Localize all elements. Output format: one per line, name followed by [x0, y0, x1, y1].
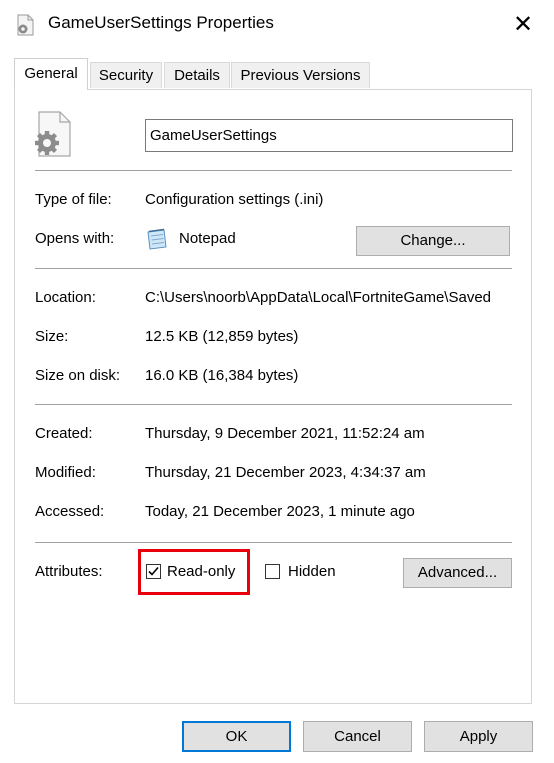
- cancel-button[interactable]: Cancel: [303, 721, 412, 752]
- file-name-input[interactable]: [145, 119, 513, 152]
- modified-value: Thursday, 21 December 2023, 4:34:37 am: [145, 464, 426, 481]
- tab-security[interactable]: Security: [90, 62, 162, 88]
- ok-button[interactable]: OK: [182, 721, 291, 752]
- opens-with-value: Notepad: [179, 230, 236, 247]
- size-value: 12.5 KB (12,859 bytes): [145, 328, 299, 345]
- created-value: Thursday, 9 December 2021, 11:52:24 am: [145, 425, 425, 442]
- change-button[interactable]: Change...: [356, 226, 510, 256]
- size-label: Size:: [35, 328, 69, 345]
- attributes-label: Attributes:: [35, 563, 103, 580]
- accessed-value: Today, 21 December 2023, 1 minute ago: [145, 503, 415, 520]
- close-icon[interactable]: ✕: [508, 10, 538, 40]
- separator: [35, 170, 512, 171]
- separator: [35, 404, 512, 405]
- tab-previous-versions[interactable]: Previous Versions: [231, 62, 370, 88]
- settings-file-icon: [33, 111, 73, 157]
- opens-with-label: Opens with:: [35, 230, 115, 247]
- hidden-label[interactable]: Hidden: [288, 563, 336, 580]
- type-label: Type of file:: [35, 191, 112, 208]
- type-value: Configuration settings (.ini): [145, 191, 324, 208]
- apply-button[interactable]: Apply: [424, 721, 533, 752]
- tab-details[interactable]: Details: [164, 62, 230, 88]
- modified-label: Modified:: [35, 464, 96, 481]
- notepad-icon: [145, 228, 169, 250]
- separator: [35, 268, 512, 269]
- separator: [35, 542, 512, 543]
- general-panel: [14, 89, 532, 704]
- location-label: Location:: [35, 289, 96, 306]
- size-on-disk-value: 16.0 KB (16,384 bytes): [145, 367, 299, 384]
- settings-file-icon: [15, 14, 35, 36]
- advanced-button[interactable]: Advanced...: [403, 558, 512, 588]
- created-label: Created:: [35, 425, 93, 442]
- readonly-highlight-box: [138, 549, 250, 595]
- hidden-checkbox[interactable]: [265, 564, 280, 579]
- window-title: GameUserSettings Properties: [48, 13, 274, 32]
- tab-general[interactable]: General: [14, 58, 88, 90]
- accessed-label: Accessed:: [35, 503, 105, 520]
- location-value: C:\Users\noorb\AppData\Local\FortniteGam…: [145, 289, 492, 306]
- size-on-disk-label: Size on disk:: [35, 367, 121, 384]
- title-bar: GameUserSettings Properties ✕: [0, 0, 554, 50]
